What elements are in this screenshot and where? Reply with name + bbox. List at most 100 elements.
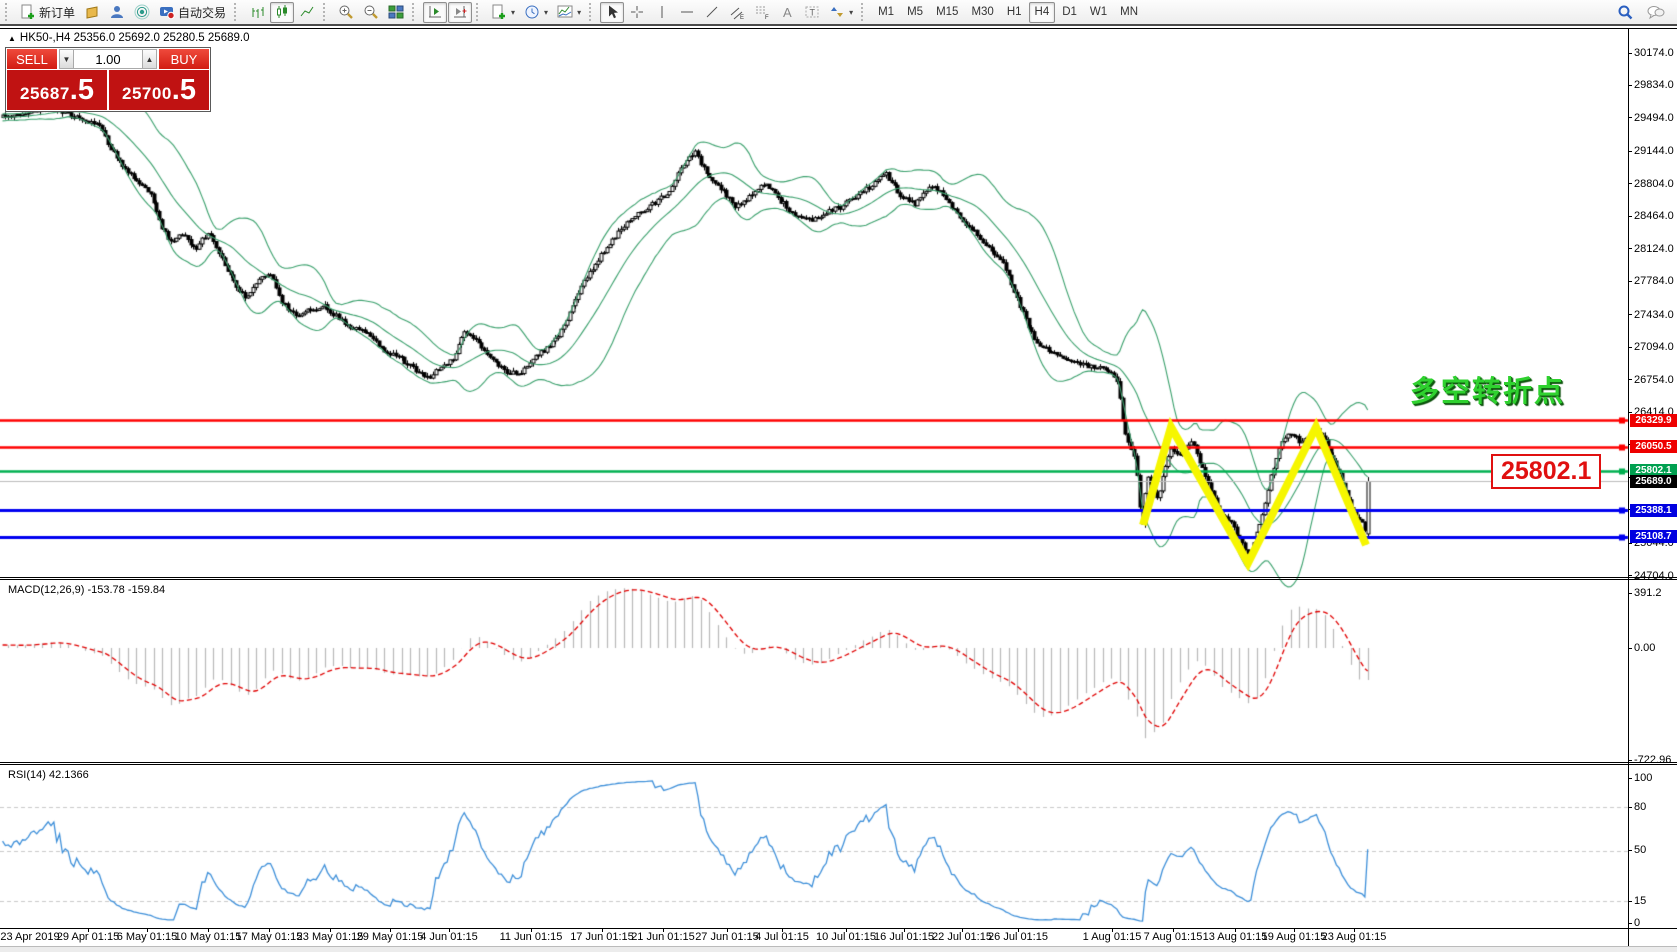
period-clock-button[interactable]: ▾ — [520, 2, 552, 23]
timeframe-w1-button[interactable]: W1 — [1084, 2, 1113, 23]
timeframe-m30-button[interactable]: M30 — [965, 2, 999, 23]
chat-icon — [1646, 4, 1665, 20]
price-line-badge[interactable]: 25689.0 — [1630, 475, 1677, 488]
price-callout-annotation[interactable]: 25802.1 — [1491, 454, 1601, 489]
volume-increase-button[interactable]: ▲ — [142, 49, 157, 69]
horizontal-line-button[interactable] — [675, 2, 699, 23]
price-axis-tick-label: 26754.0 — [1634, 374, 1674, 386]
price-line-badge[interactable]: 26050.5 — [1630, 440, 1677, 453]
svg-text:F: F — [765, 15, 769, 20]
pane-border — [0, 28, 1677, 29]
buy-button[interactable]: BUY — [158, 48, 210, 70]
date-axis-tick — [1112, 928, 1113, 932]
date-axis-label: 23 Aug 01:15 — [1309, 931, 1399, 943]
date-axis-tick — [531, 928, 532, 932]
chart-window[interactable]: ▲HK50-,H4 25356.0 25692.0 25280.5 25689.… — [0, 28, 1677, 952]
rsi-axis-tick — [1628, 901, 1632, 902]
period-clock-icon — [524, 4, 540, 20]
svg-text:A: A — [783, 5, 792, 20]
rsi-axis-tick — [1628, 923, 1632, 924]
price-axis-tick — [1628, 216, 1632, 217]
timeframe-h4-button[interactable]: H4 — [1029, 2, 1056, 23]
zoom-in-button[interactable] — [334, 2, 358, 23]
toolbar: 新订单 自动交易 — [0, 0, 1677, 26]
bar-chart-button[interactable] — [245, 2, 269, 23]
date-axis-tick — [330, 928, 331, 932]
crosshair-button[interactable] — [625, 2, 649, 23]
community-button[interactable] — [105, 2, 129, 23]
buy-price[interactable]: 25700 .5 — [108, 70, 210, 111]
buy-price-main: 25700 — [122, 84, 172, 104]
timeframe-m1-button[interactable]: M1 — [872, 2, 900, 23]
dropdown-arrow-icon: ▾ — [511, 8, 515, 17]
new-chart-button[interactable]: ▾ — [487, 2, 519, 23]
candlestick-chart-button[interactable] — [270, 2, 294, 23]
timeframe-m5-button[interactable]: M5 — [901, 2, 929, 23]
price-line-badge[interactable]: 26329.9 — [1630, 414, 1677, 427]
mt4-application: 新订单 自动交易 — [0, 0, 1677, 952]
timeframe-mn-button[interactable]: MN — [1114, 2, 1144, 23]
volume-decrease-button[interactable]: ▼ — [59, 49, 74, 69]
status-strip — [0, 946, 1677, 952]
collapse-arrow-icon[interactable]: ▲ — [8, 34, 16, 43]
timeframe-h1-button[interactable]: H1 — [1001, 2, 1028, 23]
sell-button[interactable]: SELL — [6, 48, 58, 70]
price-line-badge[interactable]: 25388.1 — [1630, 504, 1677, 517]
price-axis-tick-label: 30174.0 — [1634, 47, 1674, 59]
price-axis-tick — [1628, 575, 1632, 576]
date-axis-tick — [1354, 928, 1355, 932]
trendline-button[interactable] — [700, 2, 724, 23]
new-order-button[interactable]: 新订单 — [16, 2, 79, 23]
arrows-button[interactable]: ▾ — [825, 2, 857, 23]
chart-shift-button[interactable] — [448, 2, 472, 23]
autotrading-icon — [159, 4, 175, 20]
auto-scroll-icon — [427, 4, 443, 20]
text-label-button[interactable]: T — [800, 2, 824, 23]
price-axis-tick — [1628, 281, 1632, 282]
timeframe-m15-button[interactable]: M15 — [930, 2, 964, 23]
price-line-badge[interactable]: 25108.7 — [1630, 530, 1677, 543]
date-axis-tick — [663, 928, 664, 932]
search-button[interactable] — [1613, 2, 1638, 23]
auto-scroll-button[interactable] — [423, 2, 447, 23]
text-button[interactable]: A — [775, 2, 799, 23]
price-axis-tick-label: 28804.0 — [1634, 178, 1674, 190]
timeframe-d1-button[interactable]: D1 — [1056, 2, 1083, 23]
toolbar-grip — [412, 3, 419, 21]
channel-button[interactable]: E — [725, 2, 749, 23]
turning-point-annotation[interactable]: 多空转折点 — [1410, 368, 1565, 410]
price-axis-tick-label: 28464.0 — [1634, 210, 1674, 222]
line-chart-button[interactable] — [295, 2, 319, 23]
chat-button[interactable] — [1642, 2, 1669, 23]
date-axis-tick — [449, 928, 450, 932]
date-axis-tick — [846, 928, 847, 932]
pane-separator[interactable] — [0, 577, 1677, 578]
chart-canvas[interactable] — [0, 28, 1677, 952]
price-axis-tick — [1628, 347, 1632, 348]
new-order-icon — [20, 4, 36, 20]
cursor-button[interactable] — [600, 2, 624, 23]
macd-axis-tick-label: 391.2 — [1634, 587, 1662, 599]
rsi-axis-tick — [1628, 807, 1632, 808]
sell-price[interactable]: 25687 .5 — [6, 70, 108, 111]
line-chart-icon — [299, 4, 315, 20]
fibonacci-button[interactable]: F — [750, 2, 774, 23]
profile-button[interactable] — [80, 2, 104, 23]
zoom-out-button[interactable] — [359, 2, 383, 23]
tile-windows-icon — [388, 4, 404, 20]
date-axis-tick — [727, 928, 728, 932]
spin-down-icon: ▼ — [63, 55, 71, 64]
signals-button[interactable] — [130, 2, 154, 23]
rsi-axis-tick — [1628, 850, 1632, 851]
vertical-line-button[interactable] — [650, 2, 674, 23]
tile-windows-button[interactable] — [384, 2, 408, 23]
autotrading-button[interactable]: 自动交易 — [155, 2, 230, 23]
price-axis-tick-label: 27094.0 — [1634, 341, 1674, 353]
volume-input[interactable]: 1.00 — [74, 49, 142, 69]
indicators-button[interactable]: ▾ — [553, 2, 585, 23]
macd-axis-tick — [1628, 648, 1632, 649]
pane-separator[interactable] — [0, 762, 1677, 763]
date-axis-tick — [904, 928, 905, 932]
text-icon: A — [779, 4, 795, 20]
rsi-axis-tick-label: 0 — [1634, 917, 1640, 929]
